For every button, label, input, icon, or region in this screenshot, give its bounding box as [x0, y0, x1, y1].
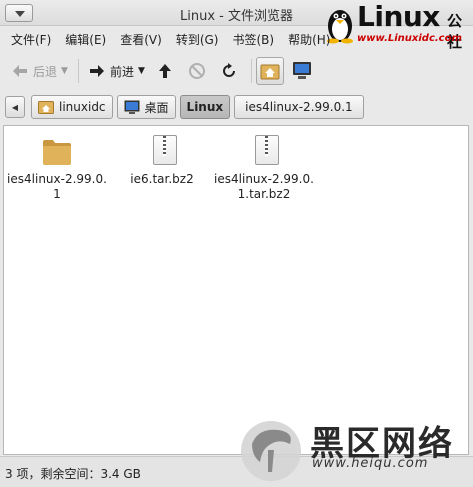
up-button[interactable]	[151, 57, 179, 85]
breadcrumb-linux[interactable]: Linux	[179, 95, 231, 119]
toolbar-separator	[77, 59, 79, 83]
arrow-up-icon	[158, 64, 171, 78]
back-label: 后退	[33, 64, 58, 79]
stop-button[interactable]	[183, 57, 211, 85]
menu-help[interactable]: 帮助(H)	[283, 27, 335, 51]
file-item-folder[interactable]: ies4linux-2.99.0.1	[7, 134, 107, 202]
breadcrumb-label: Linux	[186, 100, 224, 114]
breadcrumb-label: linuxidc	[59, 100, 106, 114]
heiqu-logo-icon	[241, 421, 301, 481]
heiqu-watermark: 黑区网络 www.heiqu.com	[238, 418, 470, 484]
breadcrumb-label: 桌面	[144, 100, 169, 115]
back-dropdown-icon[interactable]: ▼	[61, 66, 68, 76]
arrow-left-icon	[10, 61, 30, 81]
file-name: ies4linux-2.99.0.1	[7, 172, 107, 201]
computer-icon	[292, 62, 311, 79]
file-name: ies4linux-2.99.0.1.tar.bz2	[214, 172, 314, 201]
home-icon	[260, 64, 280, 80]
home-folder-icon	[38, 101, 54, 114]
file-item-archive[interactable]: ie6.tar.bz2	[112, 134, 212, 187]
menu-edit[interactable]: 编辑(E)	[60, 27, 111, 51]
file-item-archive[interactable]: ies4linux-2.99.0.1.tar.bz2	[214, 134, 314, 202]
menu-bookmarks[interactable]: 书签(B)	[227, 27, 279, 51]
arrow-right-icon	[87, 61, 107, 81]
menu-view[interactable]: 查看(V)	[115, 27, 167, 51]
file-view[interactable]: ies4linux-2.99.0.1 ie6.tar.bz2 ies4linux…	[3, 125, 469, 455]
forward-label: 前进	[109, 64, 134, 79]
menu-bar: 文件(F) 编辑(E) 查看(V) 转到(G) 书签(B) 帮助(H)	[0, 27, 473, 51]
archive-icon	[255, 135, 279, 165]
desktop-icon	[124, 100, 140, 114]
back-button[interactable]: 后退 ▼	[6, 57, 72, 85]
computer-button[interactable]	[288, 57, 316, 85]
home-button[interactable]	[255, 57, 284, 85]
breadcrumb-linuxidc[interactable]: linuxidc	[31, 95, 113, 119]
reload-icon	[222, 63, 235, 77]
breadcrumb-ies4linux[interactable]: ies4linux-2.99.0.1	[234, 95, 364, 119]
toolbar-separator	[250, 59, 252, 83]
breadcrumb-desktop[interactable]: 桌面	[116, 95, 176, 119]
file-name: ie6.tar.bz2	[130, 172, 194, 186]
stop-icon	[188, 63, 205, 79]
breadcrumb-label: ies4linux-2.99.0.1	[245, 100, 353, 114]
folder-icon	[43, 140, 71, 165]
menu-file[interactable]: 文件(F)	[6, 27, 56, 51]
location-bar: ◀ linuxidc 桌面 Linux ies4linux-2.99.0.1	[0, 91, 473, 123]
status-text: 3 项，剩余空间：3.4 GB	[5, 467, 141, 481]
reload-button[interactable]	[215, 57, 243, 85]
toolbar: 后退 ▼ 前进 ▼	[0, 52, 473, 90]
archive-icon	[153, 135, 177, 165]
forward-dropdown-icon[interactable]: ▼	[138, 66, 145, 76]
watermark-url: www.heiqu.com	[312, 456, 429, 471]
breadcrumb-scroll-left-button[interactable]: ◀	[5, 96, 25, 118]
menu-go[interactable]: 转到(G)	[171, 27, 224, 51]
forward-button[interactable]: 前进 ▼	[83, 57, 149, 85]
